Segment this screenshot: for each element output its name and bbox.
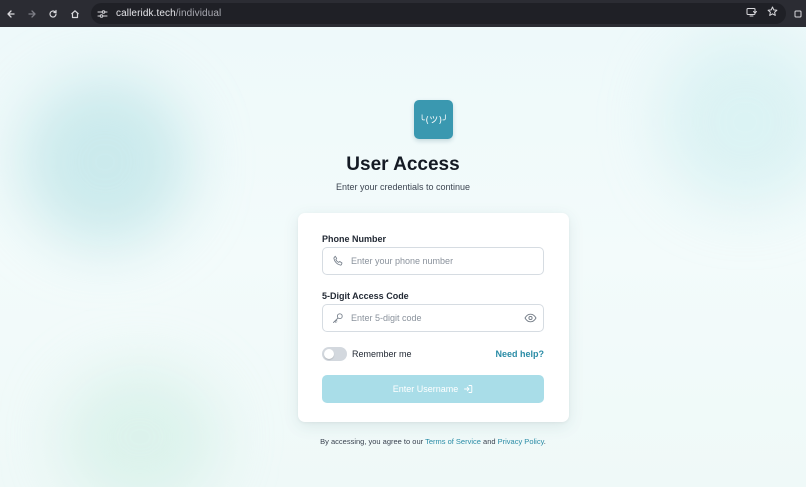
code-label: 5-Digit Access Code [322,291,409,301]
key-icon [331,311,345,325]
phone-icon [331,254,345,268]
login-icon [463,384,473,394]
phone-input[interactable] [351,256,511,266]
arrow-left-icon [7,9,15,18]
reload-icon [49,9,57,18]
reload-button[interactable] [43,4,63,24]
star-icon[interactable] [767,6,778,17]
site-settings-icon[interactable] [97,9,108,19]
install-app-icon[interactable] [746,7,757,17]
phone-label: Phone Number [322,234,387,244]
url-path: /individual [175,8,222,19]
code-input[interactable] [351,313,511,323]
phone-field[interactable] [322,247,544,275]
address-bar[interactable]: calleridk.tech/individual [91,3,786,24]
forward-button[interactable] [22,4,42,24]
home-button[interactable] [65,4,85,24]
browser-toolbar: calleridk.tech/individual [0,0,806,27]
submit-label: Enter Username [392,384,459,394]
extensions-icon[interactable] [790,0,806,27]
remember-toggle[interactable] [322,347,347,361]
login-card: Phone Number 5-Digit Access Code Remembe… [298,213,569,422]
app-logo: ╰(ツ)╯ [414,100,453,139]
toggle-knob [324,349,334,359]
footer-and: and [483,437,496,446]
footer-prefix: By accessing, you agree to our [320,437,424,446]
url-actions [746,6,778,17]
url-host: calleridk.tech [116,8,176,19]
remember-row: Remember me Need help? [322,346,544,362]
submit-button[interactable]: Enter Username [322,375,544,403]
url-text: calleridk.tech/individual [116,8,221,19]
page-content: ╰(ツ)╯ User Access Enter your credentials… [0,27,806,487]
eye-icon[interactable] [523,311,537,325]
terms-link[interactable]: Terms of Service [425,437,481,446]
need-help-link[interactable]: Need help? [495,349,544,359]
code-field[interactable] [322,304,544,332]
background-glow [60,367,220,487]
footer-text: By accessing, you agree to our Terms of … [0,437,806,446]
page-subtitle: Enter your credentials to continue [335,182,471,192]
footer-suffix: . [543,437,546,446]
home-icon [71,9,79,18]
remember-label: Remember me [352,349,412,359]
privacy-link[interactable]: Privacy Policy [498,437,544,446]
page-title: User Access [346,154,460,175]
arrow-right-icon [28,9,36,18]
back-button[interactable] [1,4,21,24]
